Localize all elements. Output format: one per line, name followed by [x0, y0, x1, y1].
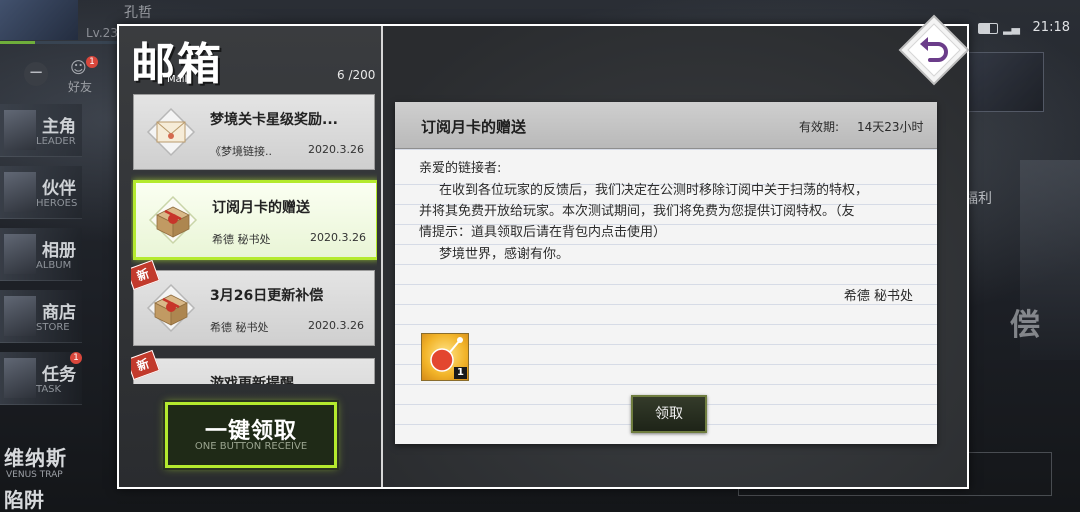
claim-button[interactable]: 领取	[631, 395, 707, 433]
event-subtitle: VENUS TRAP	[6, 470, 63, 480]
friends-badge: 1	[86, 56, 98, 68]
game-screen: 孔哲 Lv.23 − ☺ 1 好友 主角 LEADER 伙伴 HEROES 相册…	[0, 0, 1080, 512]
mail-item-sender: 希德 秘书处	[212, 233, 271, 246]
event-title-line2: 陷阱	[4, 488, 44, 512]
clock: 21:18	[1032, 20, 1070, 35]
album-thumbnail	[4, 234, 36, 274]
nav-sublabel-album: ALBUM	[36, 260, 72, 271]
task-badge: 1	[70, 352, 82, 364]
friends-label: 好友	[68, 80, 93, 94]
envelope-icon	[146, 107, 196, 157]
nav-item-store[interactable]: 商店 STORE	[0, 290, 82, 343]
receive-all-sublabel: ONE BUTTON RECEIVE	[194, 441, 308, 452]
mail-item-sender: 《梦境链接..	[210, 145, 272, 158]
expire-value: 14天23小时	[857, 120, 924, 134]
gift-box-icon	[148, 195, 198, 245]
mail-list-panel: 邮箱 Mail 6 /200 梦境关卡星级奖励... 《梦境链接.. 2020.…	[119, 26, 381, 487]
mail-dialog: 邮箱 Mail 6 /200 梦境关卡星级奖励... 《梦境链接.. 2020.…	[117, 24, 969, 489]
nav-item-album[interactable]: 相册 ALBUM	[0, 228, 82, 281]
player-avatar[interactable]	[0, 0, 78, 40]
mail-item-date: 2020.3.26	[308, 319, 364, 332]
banner-glyph: 偿	[1010, 308, 1040, 343]
letter-subject: 订阅月卡的赠送	[421, 118, 527, 136]
nav-sublabel-leader: LEADER	[36, 136, 76, 147]
gift-box-icon	[146, 283, 196, 333]
mail-item-date: 2020.3.26	[310, 231, 366, 244]
event-banner[interactable]: 维纳斯	[4, 446, 67, 470]
signal-icon: ▂▄	[1003, 22, 1020, 35]
battery-icon	[978, 23, 998, 34]
player-name: 孔哲	[124, 5, 152, 21]
mail-list[interactable]: 梦境关卡星级奖励... 《梦境链接.. 2020.3.26 订阅月卡的赠送 希德…	[131, 92, 377, 384]
mail-item-title: 游戏更新提醒	[210, 376, 294, 384]
mail-item-title: 3月26日更新补偿	[210, 288, 324, 304]
mail-detail-panel: 订阅月卡的赠送 有效期: 14天23小时 亲爱的链接者: 在收到各位玩家的反馈后…	[383, 26, 967, 487]
nav-sublabel-heroes: HEROES	[36, 198, 78, 209]
letter-paragraph-line1: 在收到各位玩家的反馈后，我们决定在公测时移除订阅中关于扫荡的特权，	[439, 183, 869, 198]
mail-item-game-update-reminder[interactable]: 游戏更新提醒	[133, 358, 375, 384]
letter-card: 订阅月卡的赠送 有效期: 14天23小时 亲爱的链接者: 在收到各位玩家的反馈后…	[395, 102, 937, 444]
letter-body: 亲爱的链接者: 在收到各位玩家的反馈后，我们决定在公测时移除订阅中关于扫荡的特权…	[395, 149, 937, 444]
reward-quantity: 1	[454, 367, 467, 379]
mail-item-sender: 希德 秘书处	[210, 321, 269, 334]
nav-label-heroes: 伙伴	[42, 179, 76, 199]
mail-item-update-compensation[interactable]: 3月26日更新补偿 希德 秘书处 2020.3.26	[133, 270, 375, 346]
event-title-line1: 维纳斯	[4, 446, 67, 470]
mail-subtitle: Mail	[167, 74, 188, 85]
nav-label-album: 相册	[42, 241, 76, 261]
letter-paragraph-line2: 并将其免费开放给玩家。本次测试期间，我们将免费为您提供订阅特权。（友	[419, 204, 855, 219]
nav-label-leader: 主角	[42, 117, 76, 137]
nav-sublabel-store: STORE	[36, 322, 70, 333]
heroes-thumbnail	[4, 172, 36, 212]
nav-item-leader[interactable]: 主角 LEADER	[0, 104, 82, 157]
receive-all-button[interactable]: 一键领取 ONE BUTTON RECEIVE	[165, 402, 337, 468]
letter-paragraph-line3: 情提示：道具领取后请在背包内点击使用）	[419, 225, 667, 240]
store-thumbnail	[4, 296, 36, 336]
nav-label-store: 商店	[42, 303, 76, 323]
collapse-button[interactable]: −	[24, 62, 48, 86]
nav-sublabel-task: TASK	[36, 384, 62, 395]
task-thumbnail	[4, 358, 36, 398]
nav-item-heroes[interactable]: 伙伴 HEROES	[0, 166, 82, 219]
back-button[interactable]	[898, 14, 970, 86]
letter-greeting: 亲爱的链接者:	[419, 161, 502, 176]
letter-header: 订阅月卡的赠送 有效期: 14天23小时	[395, 102, 937, 149]
letter-closing: 梦境世界，感谢有你。	[439, 247, 570, 262]
mail-count: 6 /200	[337, 68, 376, 82]
nav-label-task: 任务	[42, 365, 76, 385]
letter-signature: 希德 秘书处	[843, 289, 913, 304]
mail-item-star-rewards[interactable]: 梦境关卡星级奖励... 《梦境链接.. 2020.3.26	[133, 94, 375, 170]
reward-item[interactable]: 1	[421, 333, 469, 381]
mail-item-title: 梦境关卡星级奖励...	[210, 112, 338, 128]
mail-item-monthly-card[interactable]: 订阅月卡的赠送 希德 秘书处 2020.3.26	[133, 180, 377, 260]
xp-bar	[0, 41, 118, 44]
player-level: Lv.23	[86, 26, 118, 40]
leader-thumbnail	[4, 110, 36, 150]
mail-item-title: 订阅月卡的赠送	[212, 200, 310, 216]
expire-label: 有效期:	[799, 120, 840, 134]
mail-item-date: 2020.3.26	[308, 143, 364, 156]
